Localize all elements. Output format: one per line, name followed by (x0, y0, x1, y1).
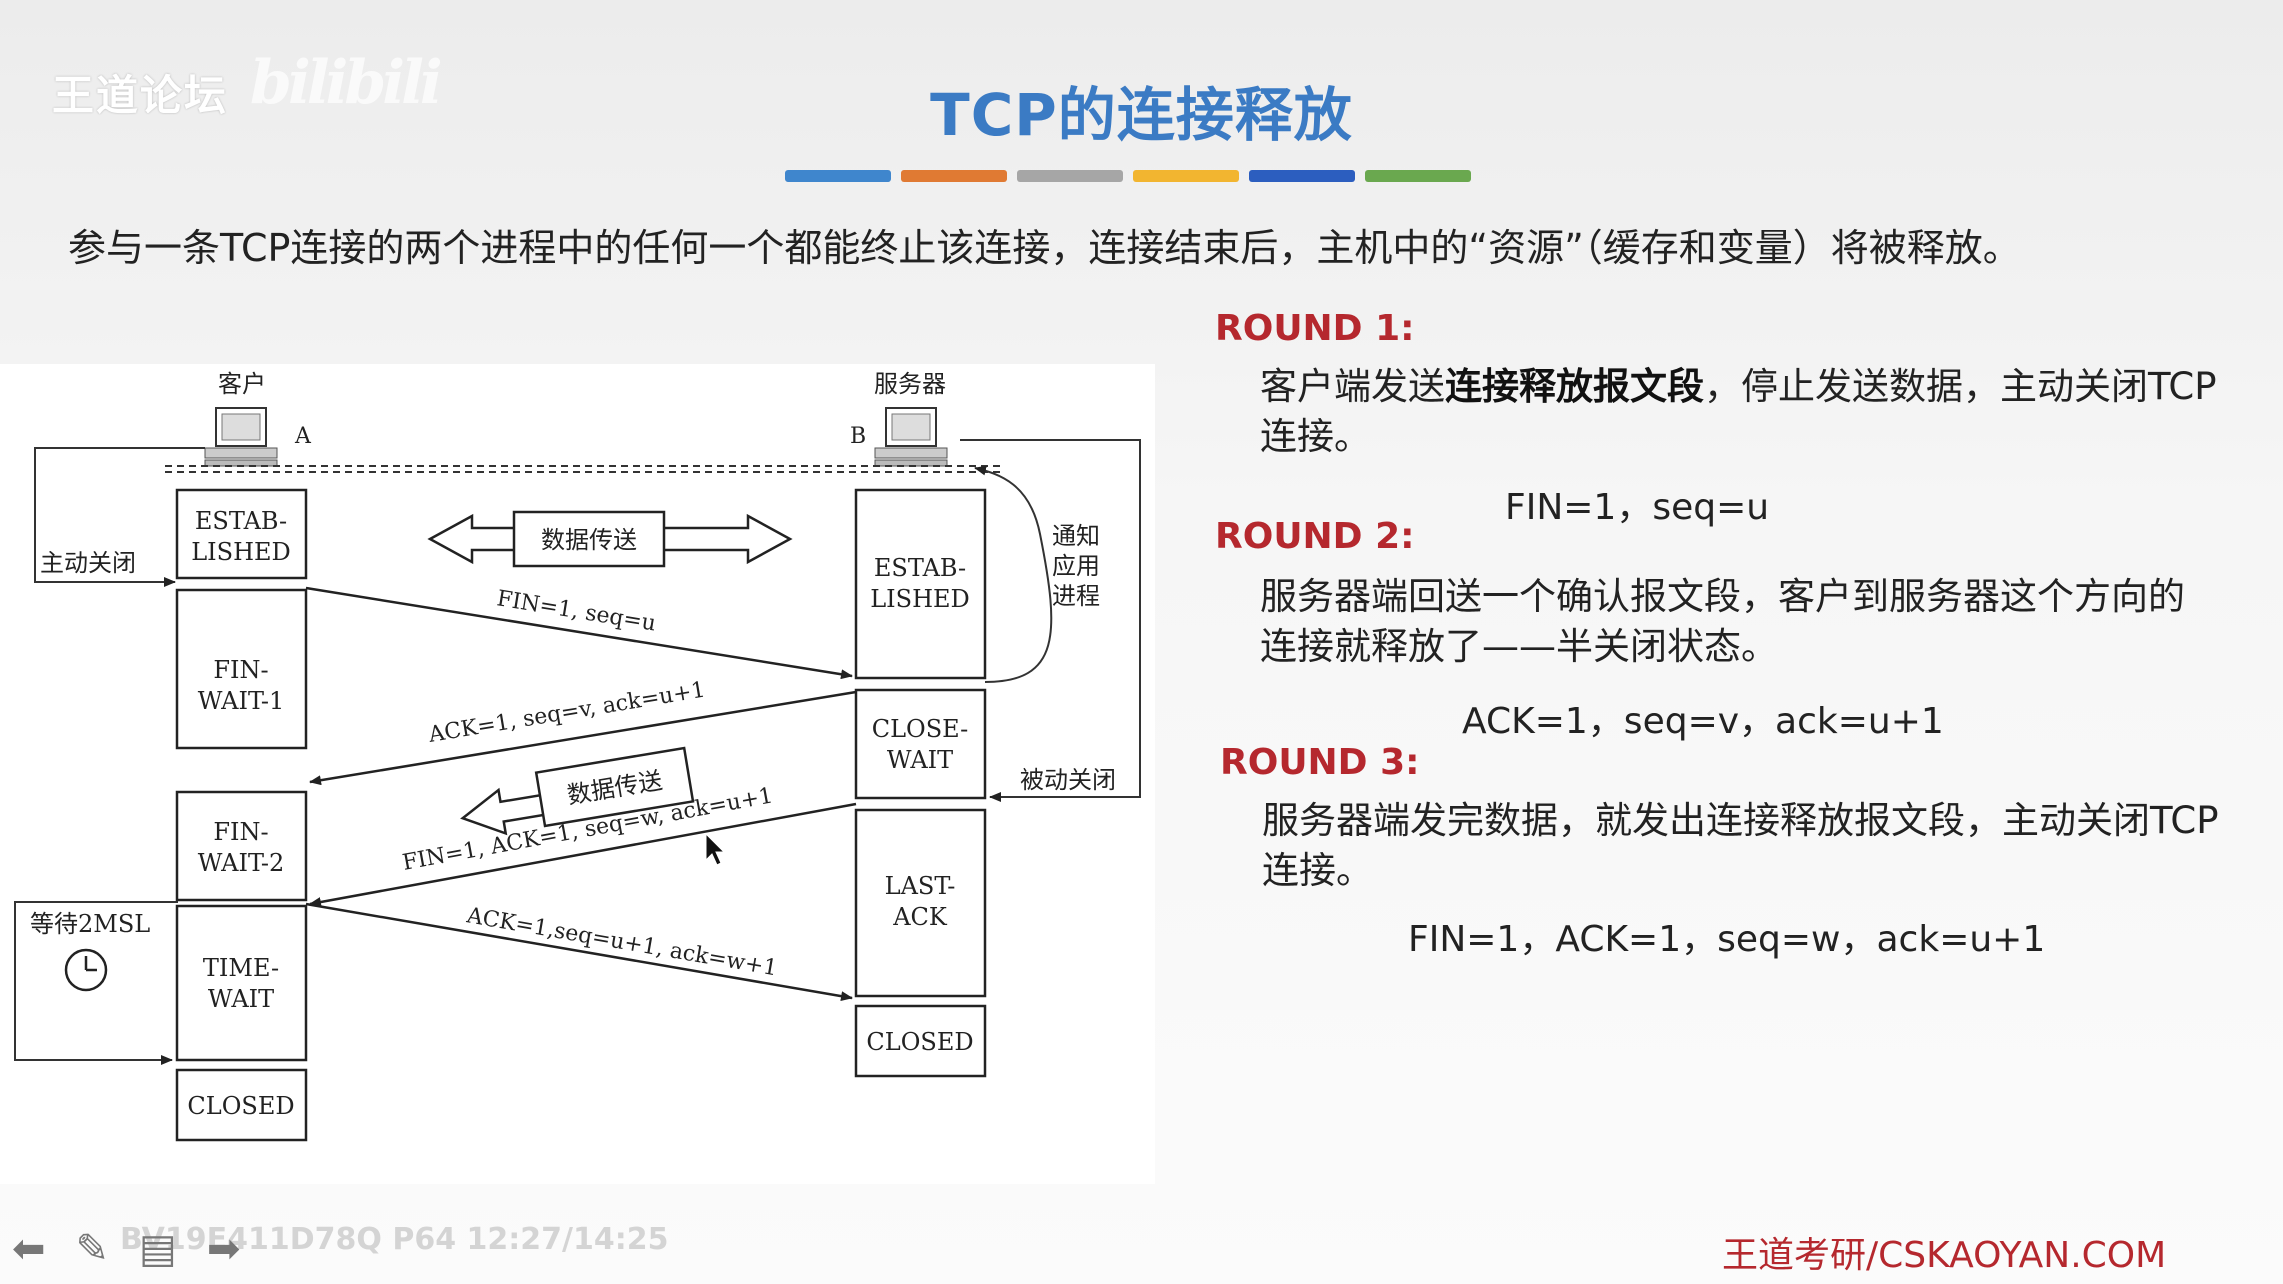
svg-text:CLOSED: CLOSED (187, 1092, 294, 1120)
tcp-release-diagram: 客户 服务器 A B 主动关闭 被动关闭 通知 应用 进程 等待2MSL EST… (0, 364, 1155, 1184)
color-segment (785, 170, 891, 182)
svg-text:CLOSED: CLOSED (866, 1028, 973, 1056)
client-state-established: ESTAB- LISHED (175, 488, 308, 580)
server-state-closed: CLOSED (854, 1004, 987, 1078)
color-segment (901, 170, 1007, 182)
client-label: 客户 (218, 370, 266, 398)
server-state-established: ESTAB- LISHED (854, 488, 987, 680)
server-computer-icon (874, 407, 948, 467)
round-2-formula: ACK=1，seq=v，ack=u+1 (1462, 701, 1944, 742)
color-segment (1365, 170, 1471, 182)
slide-title: TCP的连接释放 (930, 81, 1353, 149)
host-b-label: B (850, 424, 866, 449)
intro-paragraph: 参与一条TCP连接的两个进程中的任何一个都能终止该连接，连接结束后，主机中的“资… (68, 226, 2021, 270)
svg-text:ESTAB-: ESTAB- (195, 507, 287, 535)
round-1-text: 客户端发送连接释放报文段，停止发送数据，主动关闭TCP连接。 (1260, 365, 2217, 458)
arrow-left-icon[interactable]: ⬅ (12, 1226, 46, 1272)
footer-url: 王道考研/CSKAOYAN.COM (1722, 1235, 2167, 1276)
svg-text:LISHED: LISHED (870, 585, 970, 613)
notify-app-arrow (974, 465, 1053, 683)
server-state-last-ack: LAST- ACK (854, 808, 987, 998)
client-state-closed: CLOSED (175, 1068, 308, 1142)
notify-app-line-2: 应用 (1052, 552, 1100, 580)
svg-text:WAIT: WAIT (208, 985, 274, 1013)
svg-text:WAIT-2: WAIT-2 (198, 849, 285, 877)
wait-2msl-label: 等待2MSL (30, 910, 150, 938)
msg4-label: ACK=1,seq=u+1, ack=w+1 (464, 903, 779, 981)
round-2-text: 服务器端回送一个确认报文段，客户到服务器这个方向的连接就释放了——半关闭状态。 (1260, 575, 2185, 668)
svg-text:WAIT-1: WAIT-1 (198, 687, 285, 715)
mouse-cursor-icon (705, 832, 726, 866)
svg-text:ESTAB-: ESTAB- (874, 554, 966, 582)
client-computer-icon (204, 407, 278, 467)
arrow-right-icon[interactable]: ➡ (207, 1226, 241, 1272)
svg-text:LISHED: LISHED (191, 538, 291, 566)
svg-text:LAST-: LAST- (885, 872, 956, 900)
round-1-formula: FIN=1，seq=u (1505, 487, 1770, 528)
svg-text:FIN-: FIN- (213, 818, 268, 846)
client-state-fin-wait-2: FIN- WAIT-2 (175, 790, 308, 902)
menu-icon[interactable]: ▤ (139, 1226, 177, 1272)
notify-app-line-3: 进程 (1052, 582, 1100, 610)
msg1-label: FIN=1, seq=u (495, 586, 658, 636)
svg-text:TIME-: TIME- (203, 954, 279, 982)
svg-text:WAIT: WAIT (887, 746, 953, 774)
passive-close-arrow (960, 439, 1141, 802)
server-label: 服务器 (874, 370, 946, 398)
pen-icon[interactable]: ✎ (76, 1226, 110, 1272)
round-3-text: 服务器端发完数据，就发出连接释放报文段，主动关闭TCP连接。 (1262, 799, 2219, 892)
msg2-label: ACK=1, seq=v, ack=u+1 (426, 678, 707, 749)
round-1-title: ROUND 1: (1215, 308, 1415, 349)
color-segment (1249, 170, 1355, 182)
server-state-close-wait: CLOSE- WAIT (854, 688, 987, 800)
svg-text:CLOSE-: CLOSE- (872, 715, 969, 743)
passive-close-label: 被动关闭 (1020, 766, 1116, 794)
client-state-time-wait: TIME- WAIT (175, 904, 308, 1062)
round-3-title: ROUND 3: (1220, 742, 1420, 783)
notify-app-line-1: 通知 (1052, 522, 1100, 550)
color-segment (1017, 170, 1123, 182)
client-state-fin-wait-1: FIN- WAIT-1 (175, 588, 308, 750)
data-transfer-top-label: 数据传送 (541, 526, 637, 554)
title-color-bar (785, 170, 1471, 182)
clock-icon (64, 948, 108, 992)
svg-text:FIN-: FIN- (213, 656, 268, 684)
round-3-formula: FIN=1，ACK=1，seq=w，ack=u+1 (1408, 919, 2046, 960)
data-transfer-double-arrow: 数据传送 (427, 510, 793, 568)
round-2-title: ROUND 2: (1215, 516, 1415, 557)
msg4-arrow (305, 902, 853, 1002)
svg-text:ACK: ACK (892, 903, 948, 931)
slide-nav: ⬅ ✎ ▤ ➡ (12, 1226, 240, 1272)
host-a-label: A (294, 424, 312, 449)
round-1-bold-term: 连接释放报文段 (1445, 365, 1704, 408)
active-close-label: 主动关闭 (40, 549, 136, 577)
color-segment (1133, 170, 1239, 182)
